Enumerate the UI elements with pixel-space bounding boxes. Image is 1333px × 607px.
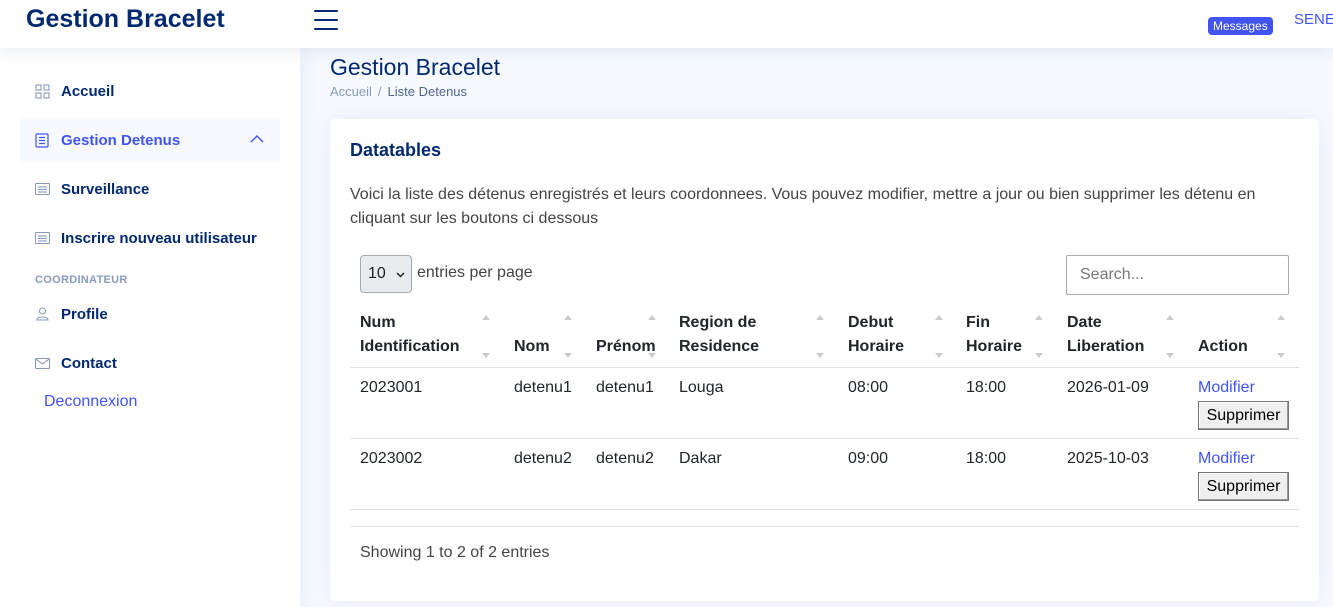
entries-per-page-value: 10 <box>368 265 386 282</box>
user-name[interactable]: SENE <box>1294 11 1333 28</box>
column-header-date-liberation[interactable]: Date Liberation <box>1067 311 1144 359</box>
logout-link[interactable]: Deconnexion <box>44 393 137 411</box>
sidebar-item-label: Surveillance <box>61 180 150 198</box>
cell-num: 2023001 <box>360 379 423 396</box>
table-bottom-divider <box>350 526 1299 527</box>
sidebar: Accueil Gestion Detenus Surveillance Ins… <box>0 48 300 607</box>
sidebar-item-accueil[interactable]: Accueil <box>20 69 280 113</box>
sort-icon[interactable] <box>935 311 945 361</box>
envelope-icon <box>34 355 50 371</box>
chevron-down-icon <box>396 272 405 278</box>
sidebar-item-label: Profile <box>61 305 108 323</box>
page-title: Gestion Bracelet <box>330 54 501 80</box>
column-header-prenom[interactable]: Prénom <box>596 311 656 359</box>
sidebar-item-label: Contact <box>61 354 117 372</box>
entries-per-page-label: entries per page <box>417 264 533 281</box>
grid-icon <box>34 83 50 99</box>
cell-prenom: detenu1 <box>596 379 654 396</box>
header-divider <box>350 367 1299 368</box>
supprimer-button[interactable]: Supprimer <box>1198 472 1289 501</box>
entries-per-page-select[interactable]: 10 <box>360 255 412 293</box>
column-header-nom[interactable]: Nom <box>514 311 550 359</box>
sidebar-item-label: Accueil <box>61 82 115 100</box>
card-title: Datatables <box>350 140 442 160</box>
list-icon <box>34 132 50 148</box>
cell-debut: 09:00 <box>848 450 889 467</box>
cell-region: Louga <box>679 379 724 396</box>
card-icon <box>34 181 50 197</box>
breadcrumb-current: Liste Detenus <box>387 84 468 99</box>
cell-date: 2026-01-09 <box>1067 379 1149 396</box>
column-header-action[interactable]: Action <box>1198 311 1248 359</box>
sidebar-item-profile[interactable]: Profile <box>20 292 280 336</box>
column-header-fin-horaire[interactable]: Fin Horaire <box>966 311 1022 359</box>
sort-icon[interactable] <box>816 311 826 361</box>
row-divider <box>350 509 1299 510</box>
chevron-up-icon[interactable] <box>250 132 264 146</box>
column-header-debut-horaire[interactable]: Debut Horaire <box>848 311 904 359</box>
cell-prenom: detenu2 <box>596 450 654 467</box>
cell-debut: 08:00 <box>848 379 889 396</box>
column-header-region[interactable]: Region de Residence <box>679 311 759 359</box>
cell-nom: detenu1 <box>514 379 572 396</box>
breadcrumb-home[interactable]: Accueil <box>330 84 372 99</box>
sidebar-heading: COORDINATEUR <box>35 274 128 286</box>
supprimer-button[interactable]: Supprimer <box>1198 401 1289 430</box>
cell-date: 2025-10-03 <box>1067 450 1149 467</box>
sort-icon[interactable] <box>482 311 492 361</box>
sidebar-item-surveillance[interactable]: Surveillance <box>20 167 280 211</box>
datatable-card: Datatables Voici la liste des détenus en… <box>330 119 1319 601</box>
sort-icon[interactable] <box>1035 311 1045 361</box>
card-description: Voici la liste des détenus enregistrés e… <box>350 186 1256 227</box>
modifier-link[interactable]: Modifier <box>1198 450 1255 468</box>
sidebar-item-label: Gestion Detenus <box>61 131 181 149</box>
sort-icon[interactable] <box>648 311 658 361</box>
cell-nom: detenu2 <box>514 450 572 467</box>
sort-icon[interactable] <box>1166 311 1176 361</box>
menu-toggle-icon[interactable] <box>314 10 338 30</box>
cell-fin: 18:00 <box>966 379 1007 396</box>
cell-num: 2023002 <box>360 450 423 467</box>
cell-fin: 18:00 <box>966 450 1007 467</box>
sidebar-item-contact[interactable]: Contact <box>20 341 280 385</box>
sidebar-item-label: Inscrire nouveau utilisateur <box>61 229 257 247</box>
modifier-link[interactable]: Modifier <box>1198 379 1255 397</box>
search-input[interactable] <box>1066 255 1289 295</box>
brand-logo[interactable]: Gestion Bracelet <box>26 5 225 34</box>
person-icon <box>34 306 50 322</box>
row-divider <box>350 438 1299 439</box>
cell-region: Dakar <box>679 450 722 467</box>
top-header: Gestion Bracelet Messages SENE <box>0 0 1333 48</box>
sort-icon[interactable] <box>564 311 574 361</box>
entries-info: Showing 1 to 2 of 2 entries <box>360 544 550 561</box>
sidebar-item-gestion-detenus[interactable]: Gestion Detenus <box>20 118 280 162</box>
card-icon <box>34 230 50 246</box>
sidebar-item-inscrire-utilisateur[interactable]: Inscrire nouveau utilisateur <box>20 216 280 260</box>
column-header-num-identification[interactable]: Num Identification <box>360 311 460 359</box>
breadcrumb: Accueil / Liste Detenus <box>330 84 468 99</box>
messages-badge[interactable]: Messages <box>1208 17 1273 35</box>
sort-icon[interactable] <box>1277 311 1287 361</box>
